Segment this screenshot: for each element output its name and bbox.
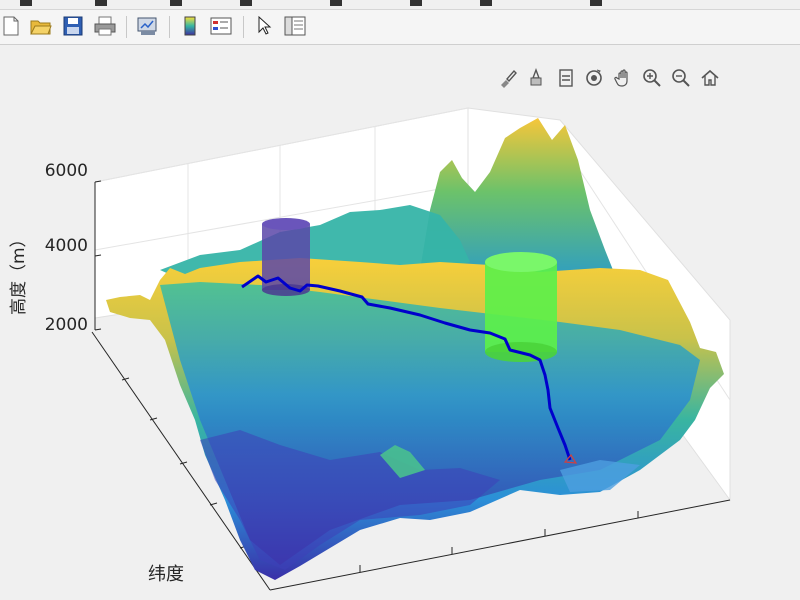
open-file-icon[interactable] [30,15,52,37]
y-axis-label: 纬度 [148,564,184,585]
save-figure-icon[interactable] [62,15,84,37]
toolbar-separator [126,16,127,38]
new-figure-icon[interactable] [0,15,22,37]
obstacle-cylinder-green [485,252,557,362]
figure-toolbar [0,10,800,45]
insert-legend-icon[interactable] [210,15,232,37]
z-tick-label: 2000 [45,315,88,335]
print-figure-icon[interactable] [94,15,116,37]
surface-plot-axes[interactable]: 6000 4000 2000 高度（m） 纬度 [0,45,800,600]
z-axis-label: 高度（m） [9,230,29,315]
menu-item[interactable] [480,0,492,6]
menu-item[interactable] [590,0,602,6]
x-axis-ticks [359,511,639,572]
menu-item[interactable] [240,0,252,6]
menu-item[interactable] [20,0,32,6]
menu-item[interactable] [410,0,422,6]
menu-item[interactable] [170,0,182,6]
menu-item[interactable] [95,0,107,6]
toolbar-separator [169,16,170,38]
property-inspector-icon[interactable] [284,15,306,37]
edit-plot-icon[interactable] [253,15,275,37]
z-tick-label: 6000 [45,161,88,181]
menu-bar [0,0,800,10]
z-tick-label: 4000 [45,236,88,256]
link-plot-icon[interactable] [137,15,159,37]
toolbar-separator [243,16,244,38]
insert-colorbar-icon[interactable] [179,15,201,37]
menu-item[interactable] [330,0,342,6]
